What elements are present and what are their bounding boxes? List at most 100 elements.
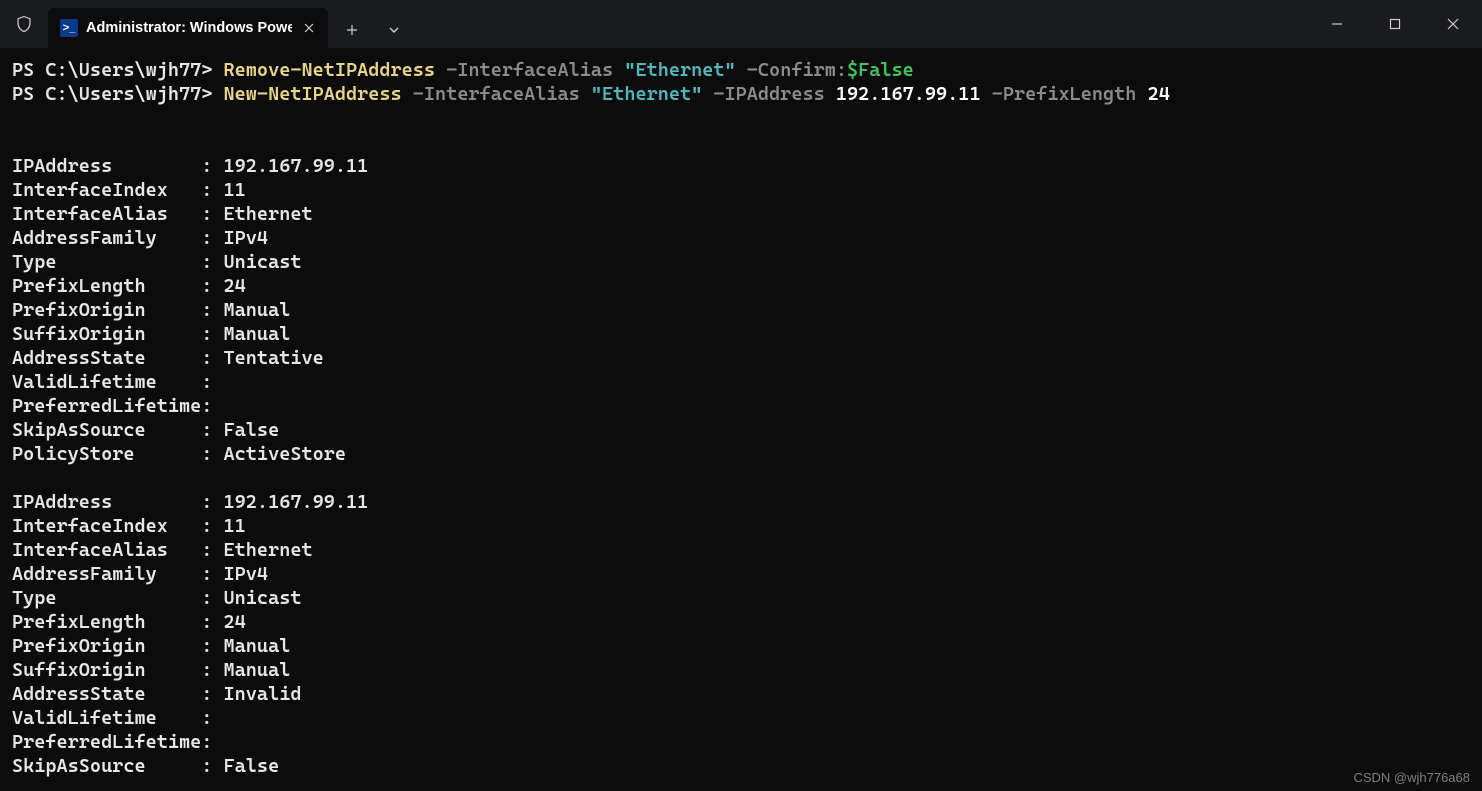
output-key: IPAddress bbox=[12, 491, 201, 513]
output-value: 192.167.99.11 bbox=[224, 491, 369, 513]
minimize-button[interactable] bbox=[1308, 0, 1366, 48]
output-row: IPAddress : 192.167.99.11 bbox=[12, 490, 1470, 514]
output-row: PreferredLifetime: bbox=[12, 394, 1470, 418]
cmd-param: -InterfaceAlias bbox=[435, 59, 624, 81]
terminal-area[interactable]: PS C:\Users\wjh77> Remove-NetIPAddress -… bbox=[0, 48, 1482, 778]
prompt: PS C:\Users\wjh77> bbox=[12, 83, 224, 105]
colon: : bbox=[201, 395, 223, 417]
output-row: Type : Unicast bbox=[12, 586, 1470, 610]
output-row: InterfaceIndex : 11 bbox=[12, 178, 1470, 202]
output-row: SkipAsSource : False bbox=[12, 418, 1470, 442]
output-key: AddressFamily bbox=[12, 563, 201, 585]
output-value: 24 bbox=[224, 275, 246, 297]
output-key: Type bbox=[12, 251, 201, 273]
output-key: AddressState bbox=[12, 347, 201, 369]
cmd-param: -PrefixLength bbox=[981, 83, 1148, 105]
colon: : bbox=[201, 539, 223, 561]
colon: : bbox=[201, 755, 223, 777]
tab-dropdown-button[interactable] bbox=[376, 12, 412, 48]
prompt: PS C:\Users\wjh77> bbox=[12, 59, 224, 81]
output-key: InterfaceAlias bbox=[12, 203, 201, 225]
output-value: Unicast bbox=[224, 587, 302, 609]
output-key: SuffixOrigin bbox=[12, 323, 201, 345]
output-row: AddressState : Invalid bbox=[12, 682, 1470, 706]
blank-line bbox=[12, 106, 1470, 130]
output-key: AddressState bbox=[12, 683, 201, 705]
output-value: Manual bbox=[224, 635, 291, 657]
title-bar: >_ Administrator: Windows Powe bbox=[0, 0, 1482, 48]
app-shield-icon bbox=[0, 0, 48, 48]
output-key: SuffixOrigin bbox=[12, 659, 201, 681]
close-window-button[interactable] bbox=[1424, 0, 1482, 48]
output-key: InterfaceAlias bbox=[12, 539, 201, 561]
output-key: InterfaceIndex bbox=[12, 179, 201, 201]
new-tab-button[interactable] bbox=[334, 12, 370, 48]
colon: : bbox=[201, 227, 223, 249]
colon: : bbox=[201, 275, 223, 297]
output-row: ValidLifetime : bbox=[12, 706, 1470, 730]
output-row: IPAddress : 192.167.99.11 bbox=[12, 154, 1470, 178]
colon: : bbox=[201, 371, 223, 393]
output-value: Unicast bbox=[224, 251, 302, 273]
output-key: PolicyStore bbox=[12, 443, 201, 465]
output-row: PrefixLength : 24 bbox=[12, 610, 1470, 634]
powershell-icon: >_ bbox=[60, 19, 78, 37]
output-value: 11 bbox=[224, 515, 246, 537]
maximize-button[interactable] bbox=[1366, 0, 1424, 48]
output-row: InterfaceAlias : Ethernet bbox=[12, 538, 1470, 562]
tab-title: Administrator: Windows Powe bbox=[86, 20, 292, 36]
output-value: Manual bbox=[224, 323, 291, 345]
cmd-num: 192.167.99.11 bbox=[836, 83, 981, 105]
colon: : bbox=[201, 587, 223, 609]
output-row: SkipAsSource : False bbox=[12, 754, 1470, 778]
output-value: False bbox=[224, 419, 280, 441]
output-value: Ethernet bbox=[224, 203, 313, 225]
blank-line bbox=[12, 130, 1470, 154]
output-key: ValidLifetime bbox=[12, 371, 201, 393]
output-key: IPAddress bbox=[12, 155, 201, 177]
colon: : bbox=[201, 299, 223, 321]
output-row: SuffixOrigin : Manual bbox=[12, 322, 1470, 346]
colon: : bbox=[201, 491, 223, 513]
cmd-param: -IPAddress bbox=[702, 83, 836, 105]
tab-active[interactable]: >_ Administrator: Windows Powe bbox=[48, 8, 328, 48]
colon: : bbox=[201, 347, 223, 369]
output-row: SuffixOrigin : Manual bbox=[12, 658, 1470, 682]
output-row: AddressFamily : IPv4 bbox=[12, 562, 1470, 586]
cmd-num: 24 bbox=[1148, 83, 1170, 105]
close-tab-button[interactable] bbox=[300, 19, 318, 37]
output-key: PreferredLifetime bbox=[12, 731, 201, 753]
output-row: PolicyStore : ActiveStore bbox=[12, 442, 1470, 466]
output-key: PrefixOrigin bbox=[12, 299, 201, 321]
cmd-param: -Confirm: bbox=[736, 59, 847, 81]
colon: : bbox=[201, 611, 223, 633]
colon: : bbox=[201, 251, 223, 273]
output-row: AddressFamily : IPv4 bbox=[12, 226, 1470, 250]
cmd-param: -InterfaceAlias bbox=[402, 83, 591, 105]
colon: : bbox=[201, 659, 223, 681]
output-value: 24 bbox=[224, 611, 246, 633]
cmd-var: $False bbox=[847, 59, 914, 81]
cmd-str: "Ethernet" bbox=[624, 59, 735, 81]
colon: : bbox=[201, 563, 223, 585]
cmd-str: "Ethernet" bbox=[591, 83, 702, 105]
tab-strip: >_ Administrator: Windows Powe bbox=[48, 0, 412, 48]
output-value: Manual bbox=[224, 659, 291, 681]
colon: : bbox=[201, 515, 223, 537]
watermark-text: CSDN @wjh776a68 bbox=[1353, 770, 1470, 785]
output-value: 11 bbox=[224, 179, 246, 201]
output-value: ActiveStore bbox=[224, 443, 346, 465]
colon: : bbox=[201, 683, 223, 705]
output-value: 192.167.99.11 bbox=[224, 155, 369, 177]
output-key: PrefixOrigin bbox=[12, 635, 201, 657]
command-line: PS C:\Users\wjh77> Remove-NetIPAddress -… bbox=[12, 58, 1470, 82]
colon: : bbox=[201, 419, 223, 441]
colon: : bbox=[201, 635, 223, 657]
blank-line bbox=[12, 466, 1470, 490]
output-value: False bbox=[224, 755, 280, 777]
output-key: ValidLifetime bbox=[12, 707, 201, 729]
output-row: PrefixLength : 24 bbox=[12, 274, 1470, 298]
output-row: PreferredLifetime: bbox=[12, 730, 1470, 754]
cmdlet-name: Remove-NetIPAddress bbox=[224, 59, 436, 81]
output-row: Type : Unicast bbox=[12, 250, 1470, 274]
